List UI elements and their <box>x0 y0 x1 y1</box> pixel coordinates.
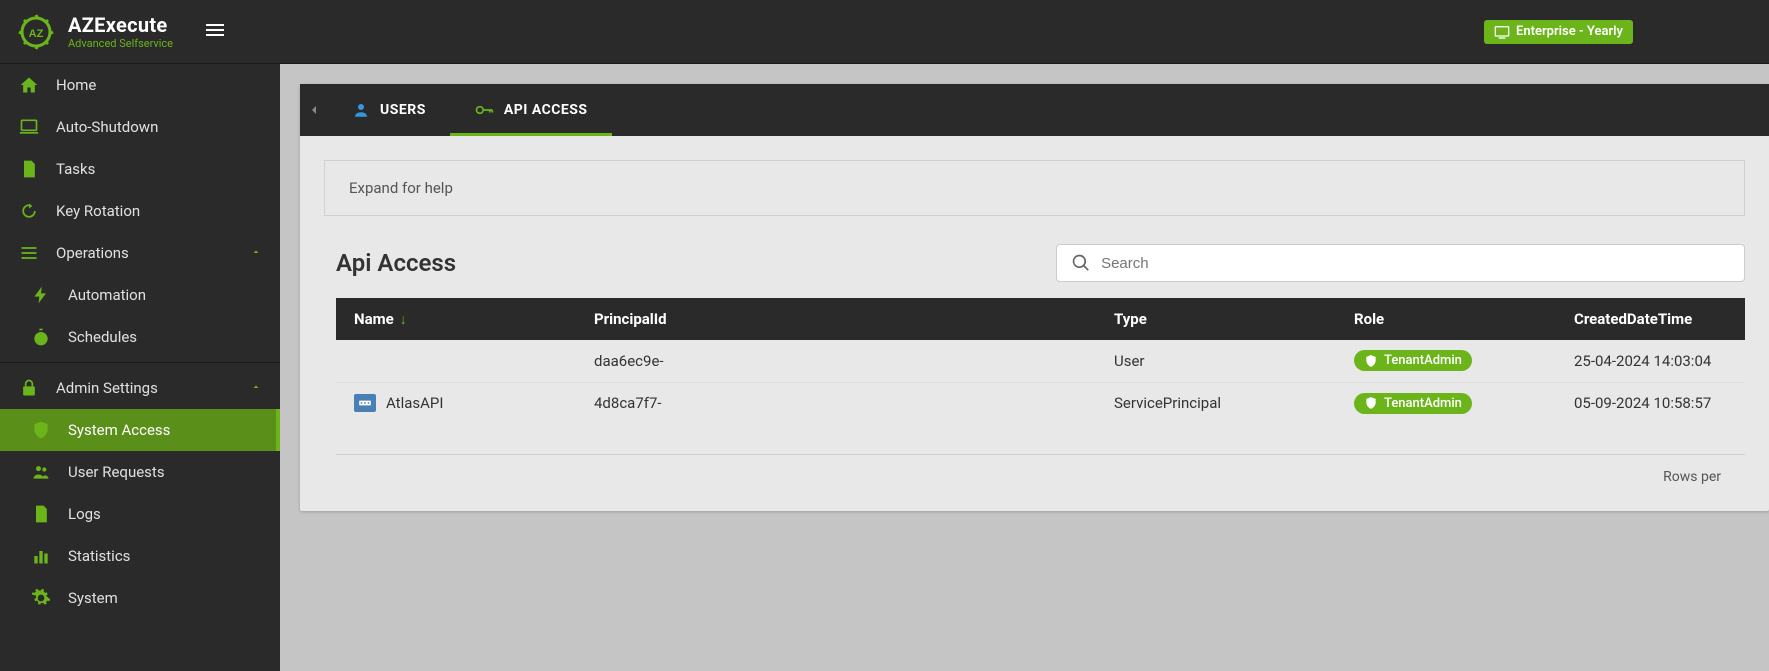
svg-text:AZ: AZ <box>29 28 44 40</box>
rotate-icon <box>18 200 40 222</box>
list-icon <box>18 242 40 264</box>
home-icon <box>18 74 40 96</box>
help-expander[interactable]: Expand for help <box>324 160 1745 216</box>
sidebar-item-tasks[interactable]: Tasks <box>0 148 280 190</box>
sidebar-item-label: Home <box>56 76 96 94</box>
table-row[interactable]: daa6ec9e-UserTenantAdmin 25-04-2024 14:03… <box>336 340 1745 383</box>
tab-label: USERS <box>380 102 426 118</box>
table-header: Name ↓ PrincipalId Type Role CreatedDate… <box>336 298 1745 340</box>
brand-title: AZExecute <box>68 13 173 37</box>
shield-icon <box>30 419 52 441</box>
user-icon <box>352 101 370 119</box>
chevron-up-icon <box>250 244 262 262</box>
sidebar-item-home[interactable]: Home <box>0 64 280 106</box>
search-field[interactable] <box>1056 244 1745 282</box>
column-header-principalid[interactable]: PrincipalId <box>594 310 1114 328</box>
cell-principalid: daa6ec9e- <box>594 352 1114 370</box>
column-header-name[interactable]: Name ↓ <box>354 310 594 328</box>
sidebar-item-label: System Access <box>68 421 170 439</box>
tab-api-access[interactable]: API ACCESS <box>450 84 612 136</box>
sidebar-item-schedules[interactable]: Schedules <box>0 316 280 358</box>
cell-type: ServicePrincipal <box>1114 394 1354 412</box>
sidebar-item-label: System <box>68 589 118 607</box>
sidebar-item-key-rotation[interactable]: Key Rotation <box>0 190 280 232</box>
bolt-icon <box>30 284 52 306</box>
sort-desc-icon: ↓ <box>400 311 407 328</box>
sidebar-item-statistics[interactable]: Statistics <box>0 535 280 577</box>
sidebar-section-admin[interactable]: Admin Settings <box>0 367 280 409</box>
table-row[interactable]: AtlasAPI4d8ca7f7-ServicePrincipalTenantA… <box>336 383 1745 425</box>
sidebar-item-system[interactable]: System <box>0 577 280 619</box>
role-badge: TenantAdmin <box>1354 350 1472 371</box>
brand: AZ AZExecute Advanced Selfservice <box>16 12 173 52</box>
topbar: AZ AZExecute Advanced Selfservice Enterp… <box>0 0 1769 64</box>
sidebar-section-label: Admin Settings <box>56 379 158 397</box>
brand-subtitle: Advanced Selfservice <box>68 37 173 50</box>
sidebar-item-label: Logs <box>68 505 101 523</box>
api-access-table: Name ↓ PrincipalId Type Role CreatedDate… <box>336 298 1745 424</box>
sidebar-item-label: User Requests <box>68 463 165 481</box>
tab-back-button[interactable] <box>300 102 328 118</box>
column-header-created[interactable]: CreatedDateTime <box>1574 310 1727 328</box>
sidebar: Home Auto-Shutdown Tasks Key Rotation Op… <box>0 64 280 671</box>
column-header-role[interactable]: Role <box>1354 310 1574 328</box>
gear-icon <box>30 587 52 609</box>
users-icon <box>30 461 52 483</box>
file-icon <box>18 158 40 180</box>
column-header-type[interactable]: Type <box>1114 310 1354 328</box>
cell-role: TenantAdmin <box>1354 350 1574 372</box>
doc-icon <box>30 503 52 525</box>
page-title: Api Access <box>336 249 456 277</box>
search-icon <box>1071 253 1091 273</box>
sidebar-item-label: Automation <box>68 286 146 304</box>
plan-badge[interactable]: Enterprise - Yearly <box>1484 20 1633 44</box>
sidebar-item-label: Auto-Shutdown <box>56 118 158 136</box>
table-footer: Rows per <box>336 454 1745 499</box>
stopwatch-icon <box>30 326 52 348</box>
brand-logo-icon: AZ <box>16 12 56 52</box>
sidebar-item-auto-shutdown[interactable]: Auto-Shutdown <box>0 106 280 148</box>
search-input[interactable] <box>1101 255 1730 272</box>
sidebar-item-label: Schedules <box>68 328 137 346</box>
help-label: Expand for help <box>349 179 453 197</box>
cell-name: AtlasAPI <box>354 394 594 412</box>
cell-type: User <box>1114 352 1354 370</box>
lock-icon <box>18 377 40 399</box>
key-icon <box>474 100 494 120</box>
sidebar-item-label: Statistics <box>68 547 130 565</box>
sidebar-item-user-requests[interactable]: User Requests <box>0 451 280 493</box>
chevron-up-icon <box>250 379 262 397</box>
sidebar-item-label: Tasks <box>56 160 95 178</box>
service-principal-icon <box>354 394 376 412</box>
sidebar-section-operations[interactable]: Operations <box>0 232 280 274</box>
plan-label: Enterprise - Yearly <box>1516 24 1623 39</box>
cell-created: 05-09-2024 10:58:57 <box>1574 394 1727 412</box>
laptop-icon <box>18 116 40 138</box>
cell-created: 25-04-2024 14:03:04 <box>1574 352 1727 370</box>
sidebar-section-label: Operations <box>56 244 129 262</box>
sidebar-item-logs[interactable]: Logs <box>0 493 280 535</box>
sidebar-item-automation[interactable]: Automation <box>0 274 280 316</box>
tab-users[interactable]: USERS <box>328 84 450 136</box>
tab-label: API ACCESS <box>504 102 588 118</box>
cell-role: TenantAdmin <box>1354 393 1574 415</box>
chart-icon <box>30 545 52 567</box>
rows-per-label: Rows per <box>1663 469 1721 485</box>
main-content: USERS API ACCESS Expand for help Api Acc… <box>280 64 1769 671</box>
sidebar-item-system-access[interactable]: System Access <box>0 409 280 451</box>
divider <box>0 362 280 363</box>
role-badge: TenantAdmin <box>1354 393 1472 414</box>
tab-bar: USERS API ACCESS <box>300 84 1769 136</box>
menu-toggle-button[interactable] <box>203 18 227 46</box>
sidebar-item-label: Key Rotation <box>56 202 140 220</box>
cell-principalid: 4d8ca7f7- <box>594 394 1114 412</box>
